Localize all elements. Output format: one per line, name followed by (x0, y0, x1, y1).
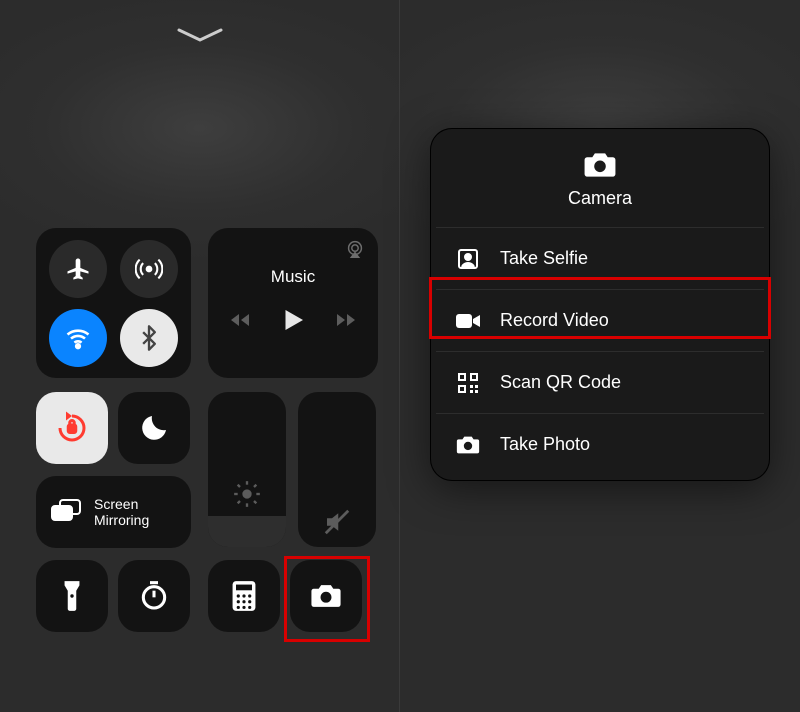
screen-mirroring-icon (50, 498, 84, 526)
control-center-pane: Music (0, 0, 400, 712)
menu-item-scan-qr[interactable]: Scan QR Code (436, 351, 764, 413)
menu-item-record-video[interactable]: Record Video (436, 289, 764, 351)
calculator-icon (231, 580, 257, 612)
flashlight-icon (59, 579, 85, 613)
menu-item-label: Record Video (500, 310, 609, 331)
moon-icon (138, 412, 170, 444)
connectivity-tile (36, 228, 191, 378)
orientation-lock-button[interactable] (36, 392, 108, 464)
screen-mirroring-button[interactable]: Screen Mirroring (36, 476, 191, 548)
brightness-slider[interactable] (208, 392, 286, 547)
timer-icon (138, 580, 170, 612)
media-title: Music (271, 267, 315, 287)
flashlight-button[interactable] (36, 560, 108, 632)
camera-menu-panel: Camera Take Selfie Record Video Scan QR … (430, 128, 770, 481)
cellular-icon (135, 255, 163, 283)
bluetooth-button[interactable] (120, 309, 178, 367)
camera-icon (454, 434, 482, 456)
volume-slider[interactable] (298, 392, 376, 547)
selfie-icon (454, 247, 482, 271)
airplay-icon[interactable] (344, 238, 366, 260)
prev-track-button[interactable] (228, 308, 252, 337)
camera-menu-title: Camera (568, 188, 632, 209)
camera-button[interactable] (290, 560, 362, 632)
video-icon (454, 311, 482, 331)
bluetooth-icon (135, 324, 163, 352)
wifi-icon (64, 324, 92, 352)
brightness-fill (208, 516, 286, 547)
camera-icon (309, 582, 343, 610)
airplane-mode-button[interactable] (49, 240, 107, 298)
menu-item-take-selfie[interactable]: Take Selfie (436, 227, 764, 289)
orientation-lock-icon (54, 410, 90, 446)
camera-menu-header: Camera (430, 128, 770, 227)
timer-button[interactable] (118, 560, 190, 632)
volume-mute-icon (322, 507, 352, 537)
media-controls (228, 305, 358, 340)
qr-icon (454, 371, 482, 395)
media-tile[interactable]: Music (208, 228, 378, 378)
screen-mirroring-label: Screen Mirroring (94, 496, 149, 528)
wifi-button[interactable] (49, 309, 107, 367)
airplane-icon (64, 255, 92, 283)
play-button[interactable] (278, 305, 308, 340)
cellular-data-button[interactable] (120, 240, 178, 298)
menu-item-label: Take Photo (500, 434, 590, 455)
brightness-icon (233, 480, 261, 508)
menu-item-take-photo[interactable]: Take Photo (436, 413, 764, 475)
menu-item-label: Scan QR Code (500, 372, 621, 393)
menu-item-label: Take Selfie (500, 248, 588, 269)
camera-icon (582, 150, 618, 180)
dismiss-chevron[interactable] (177, 28, 223, 49)
calculator-button[interactable] (208, 560, 280, 632)
do-not-disturb-button[interactable] (118, 392, 190, 464)
camera-menu-pane: Camera Take Selfie Record Video Scan QR … (400, 0, 800, 712)
next-track-button[interactable] (334, 308, 358, 337)
